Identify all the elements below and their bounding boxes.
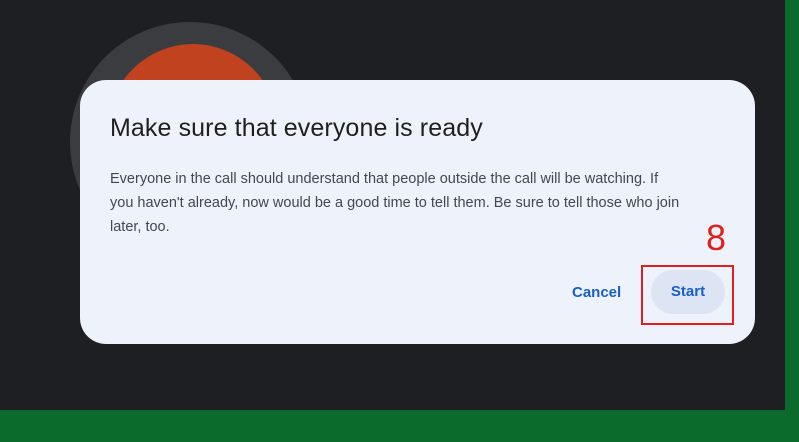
dialog-title: Make sure that everyone is ready [110, 114, 483, 142]
step-number-label: 8 [706, 217, 727, 258]
step-highlight-box [641, 265, 734, 325]
frame-border [785, 0, 799, 442]
dialog-message: Everyone in the call should understand t… [110, 171, 680, 235]
cancel-button[interactable]: Cancel [562, 276, 631, 310]
